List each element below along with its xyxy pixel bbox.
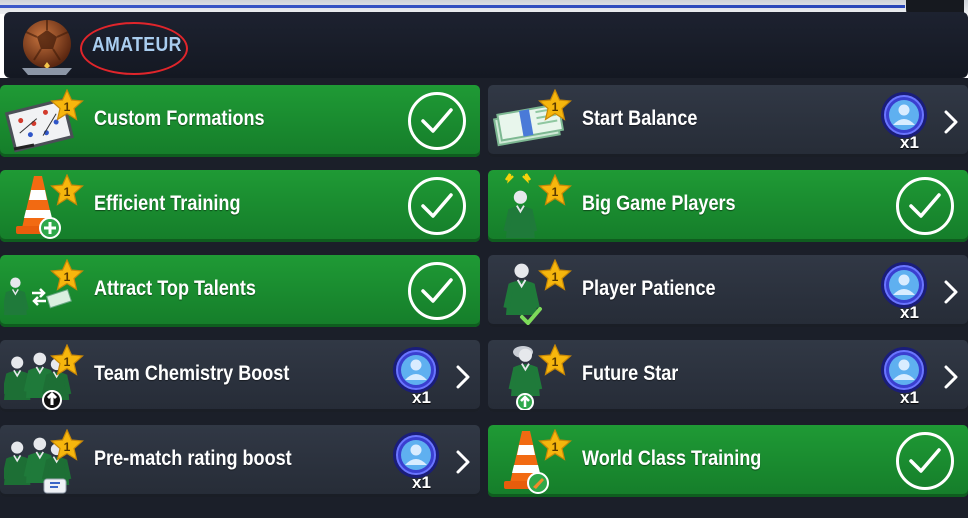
perk-point-token-icon (393, 347, 439, 393)
perk-card[interactable]: 1 Future Star x1 (488, 340, 968, 412)
rank-star-icon: 1 (538, 344, 572, 376)
svg-text:1: 1 (64, 100, 71, 114)
svg-text:1: 1 (552, 100, 559, 114)
rank-star-icon: 1 (50, 259, 84, 291)
unlocked-check-icon (896, 432, 954, 490)
rank-star-icon: 1 (50, 89, 84, 121)
perk-card[interactable]: 1 Player Patience x1 (488, 255, 968, 327)
unlocked-check-icon (408, 262, 466, 320)
football-trophy-icon (22, 20, 72, 75)
perk-label: Player Patience (582, 277, 716, 300)
perk-label: World Class Training (582, 447, 762, 470)
cost-quantity: x1 (900, 388, 919, 407)
rank-star-icon: 1 (538, 259, 572, 291)
perk-point-token-icon (881, 262, 927, 308)
svg-text:1: 1 (552, 355, 559, 369)
unlocked-check-icon (408, 177, 466, 235)
perk-card[interactable]: 1 Pre-match rating boost x1 (0, 425, 480, 497)
perk-cost: x1 (878, 259, 932, 325)
highlight-circle (80, 22, 188, 75)
perk-card[interactable]: 1 Start Balance x1 (488, 85, 968, 157)
perk-card[interactable]: 1 Big Game Players (488, 170, 968, 242)
cost-quantity: x1 (412, 473, 431, 492)
svg-text:1: 1 (552, 440, 559, 454)
perk-cost: x1 (390, 344, 444, 410)
progress-stripe (0, 5, 905, 8)
perk-label: Custom Formations (94, 107, 265, 130)
perk-card[interactable]: 1 Efficient Training (0, 170, 480, 242)
rank-star-icon: 1 (538, 174, 572, 206)
perk-card[interactable]: 1 Custom Formations (0, 85, 480, 157)
perk-label: Efficient Training (94, 192, 241, 215)
perk-cost: x1 (878, 344, 932, 410)
chevron-right-icon[interactable] (454, 364, 472, 390)
cost-quantity: x1 (900, 303, 919, 322)
unlocked-check-icon (408, 92, 466, 150)
chevron-right-icon[interactable] (942, 109, 960, 135)
rank-star-icon: 1 (50, 344, 84, 376)
perk-card[interactable]: 1 World Class Training (488, 425, 968, 497)
rank-star-icon: 1 (538, 429, 572, 461)
svg-text:1: 1 (64, 270, 71, 284)
perk-point-token-icon (393, 432, 439, 478)
perk-label: Pre-match rating boost (94, 447, 292, 470)
perk-label: Big Game Players (582, 192, 736, 215)
chevron-right-icon[interactable] (942, 364, 960, 390)
rank-star-icon: 1 (50, 174, 84, 206)
rank-star-icon: 1 (50, 429, 84, 461)
perk-card[interactable]: 1 Attract Top Talents (0, 255, 480, 327)
perk-cost: x1 (390, 429, 444, 495)
perk-label: Future Star (582, 362, 679, 385)
perk-point-token-icon (881, 347, 927, 393)
perk-label: Team Chemistry Boost (94, 362, 290, 385)
cost-quantity: x1 (412, 388, 431, 407)
svg-text:1: 1 (64, 440, 71, 454)
svg-text:1: 1 (552, 270, 559, 284)
cost-quantity: x1 (900, 133, 919, 152)
rank-star-icon: 1 (538, 89, 572, 121)
svg-text:1: 1 (64, 185, 71, 199)
unlocked-check-icon (896, 177, 954, 235)
svg-text:1: 1 (552, 185, 559, 199)
perk-label: Attract Top Talents (94, 277, 256, 300)
chevron-right-icon[interactable] (942, 279, 960, 305)
perk-label: Start Balance (582, 107, 698, 130)
perk-cost: x1 (878, 89, 932, 155)
svg-text:1: 1 (64, 355, 71, 369)
chevron-right-icon[interactable] (454, 449, 472, 475)
perk-card[interactable]: 1 Team Chemistry Boost x1 (0, 340, 480, 412)
perk-point-token-icon (881, 92, 927, 138)
